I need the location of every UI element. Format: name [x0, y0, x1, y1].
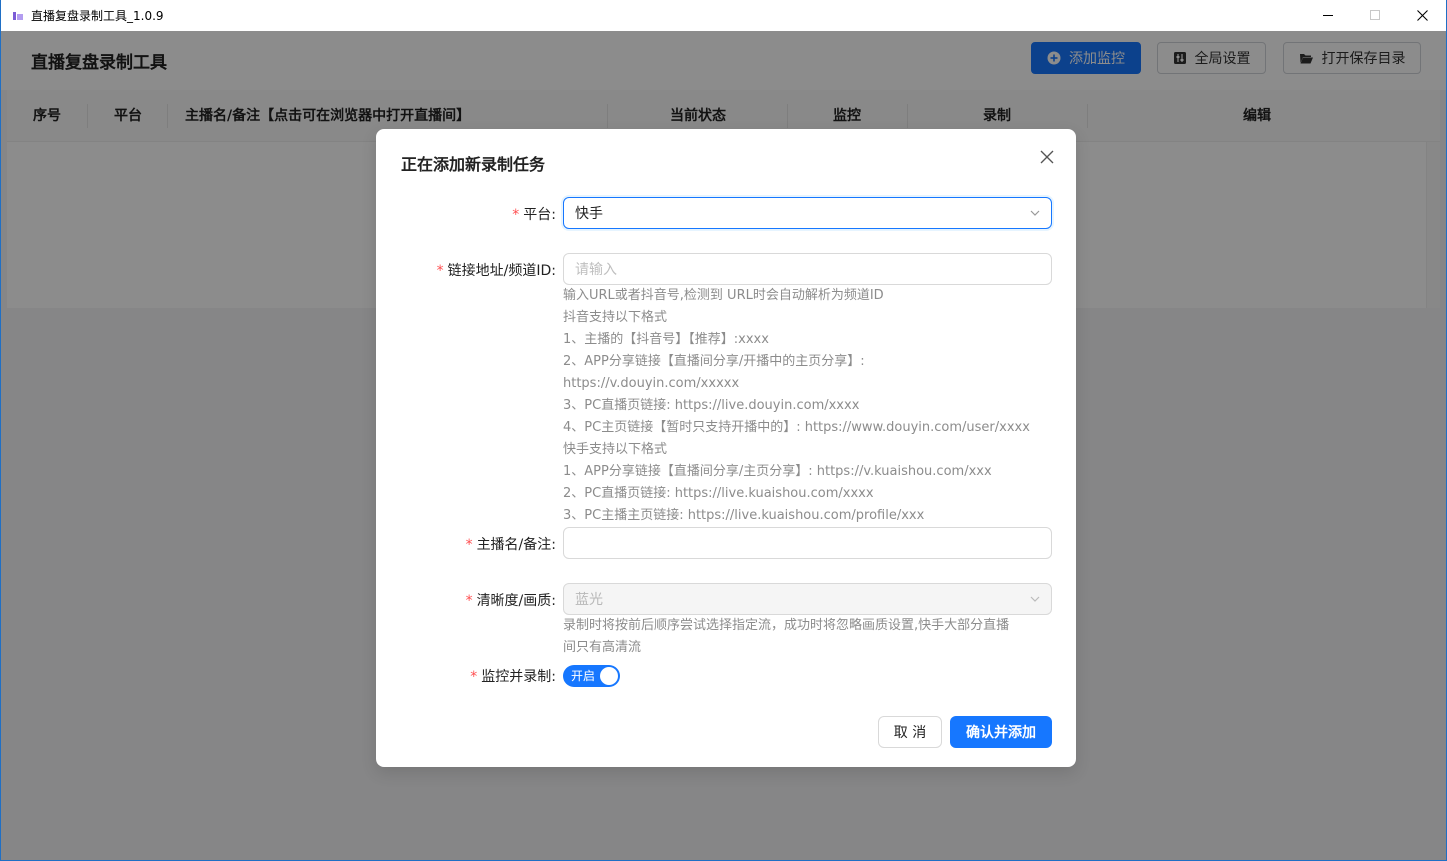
toggle-knob	[600, 667, 618, 685]
app-icon	[11, 9, 25, 23]
add-task-dialog: 正在添加新录制任务 * 平台: 快手 * 链接地址/频道ID: 请输入 输入URL或…	[376, 129, 1076, 767]
url-help-line: 1、主播的【抖音号】【推荐】:xxxx	[563, 332, 769, 347]
cancel-button[interactable]: 取 消	[878, 716, 942, 748]
name-input[interactable]	[563, 527, 1052, 559]
url-input[interactable]: 请输入	[563, 253, 1052, 285]
platform-value: 快手	[575, 206, 603, 222]
quality-help: 录制时将按前后顺序尝试选择指定流，成功时将忽略画质设置,快手大部分直播 间只有高…	[563, 615, 1052, 659]
close-icon	[1040, 150, 1054, 164]
cancel-label: 取 消	[893, 725, 927, 741]
maximize-icon	[1370, 10, 1380, 20]
minimize-button[interactable]	[1305, 0, 1352, 31]
minimize-icon	[1323, 15, 1333, 16]
url-help-line: 快手支持以下格式	[563, 442, 668, 457]
dialog-close-button[interactable]	[1040, 149, 1056, 165]
url-help-line: 2、PC直播页链接: https://live.kuaishou.com/xxx…	[563, 486, 874, 501]
url-help-line: 3、PC直播页链接: https://live.douyin.com/xxxx	[563, 398, 860, 413]
maximize-button[interactable]	[1352, 0, 1399, 31]
platform-label: * 平台:	[512, 207, 556, 223]
title-bar: 直播复盘录制工具_1.0.9	[1, 0, 1446, 31]
close-window-button[interactable]	[1399, 0, 1446, 31]
url-help: 输入URL或者抖音号,检测到 URL时会自动解析为频道ID 抖音支持以下格式 1…	[563, 285, 1052, 527]
quality-label: * 清晰度/画质:	[465, 593, 556, 609]
chevron-down-icon	[1030, 210, 1040, 216]
url-help-line: 1、APP分享链接【直播间分享/主页分享】: https://v.kuaisho…	[563, 464, 992, 479]
quality-select[interactable]: 蓝光	[563, 583, 1052, 615]
url-help-line: https://v.douyin.com/xxxxx	[563, 376, 740, 391]
url-help-line: 2、APP分享链接【直播间分享/开播中的主页分享】:	[563, 354, 865, 369]
url-label: * 链接地址/频道ID:	[436, 263, 556, 279]
monitor-toggle[interactable]: 开启	[563, 665, 620, 687]
quality-value: 蓝光	[575, 592, 603, 608]
url-help-line: 3、PC主播主页链接: https://live.kuaishou.com/pr…	[563, 508, 925, 523]
confirm-add-button[interactable]: 确认并添加	[950, 716, 1052, 748]
url-help-line: 抖音支持以下格式	[563, 310, 668, 325]
quality-help-line: 间只有高清流	[563, 640, 642, 655]
window-title: 直播复盘录制工具_1.0.9	[31, 9, 164, 23]
monitor-label: * 监控并录制:	[470, 669, 556, 685]
url-help-line: 4、PC主页链接【暂时只支持开播中的】: https://www.douyin.…	[563, 420, 1030, 435]
app-window: 直播复盘录制工具_1.0.9 直播复盘录制工具 添加监控 全局设置 打开保存目录…	[1, 0, 1446, 860]
dialog-title: 正在添加新录制任务	[401, 155, 546, 174]
monitor-toggle-text: 开启	[571, 669, 596, 683]
url-placeholder: 请输入	[575, 262, 617, 278]
url-help-line: 输入URL或者抖音号,检测到 URL时会自动解析为频道ID	[563, 288, 884, 303]
confirm-label: 确认并添加	[966, 725, 1036, 741]
quality-help-line: 录制时将按前后顺序尝试选择指定流，成功时将忽略画质设置,快手大部分直播	[563, 618, 1010, 633]
chevron-down-icon	[1030, 596, 1040, 602]
name-label: * 主播名/备注:	[465, 537, 556, 553]
platform-select[interactable]: 快手	[563, 197, 1052, 229]
close-icon	[1417, 10, 1428, 21]
